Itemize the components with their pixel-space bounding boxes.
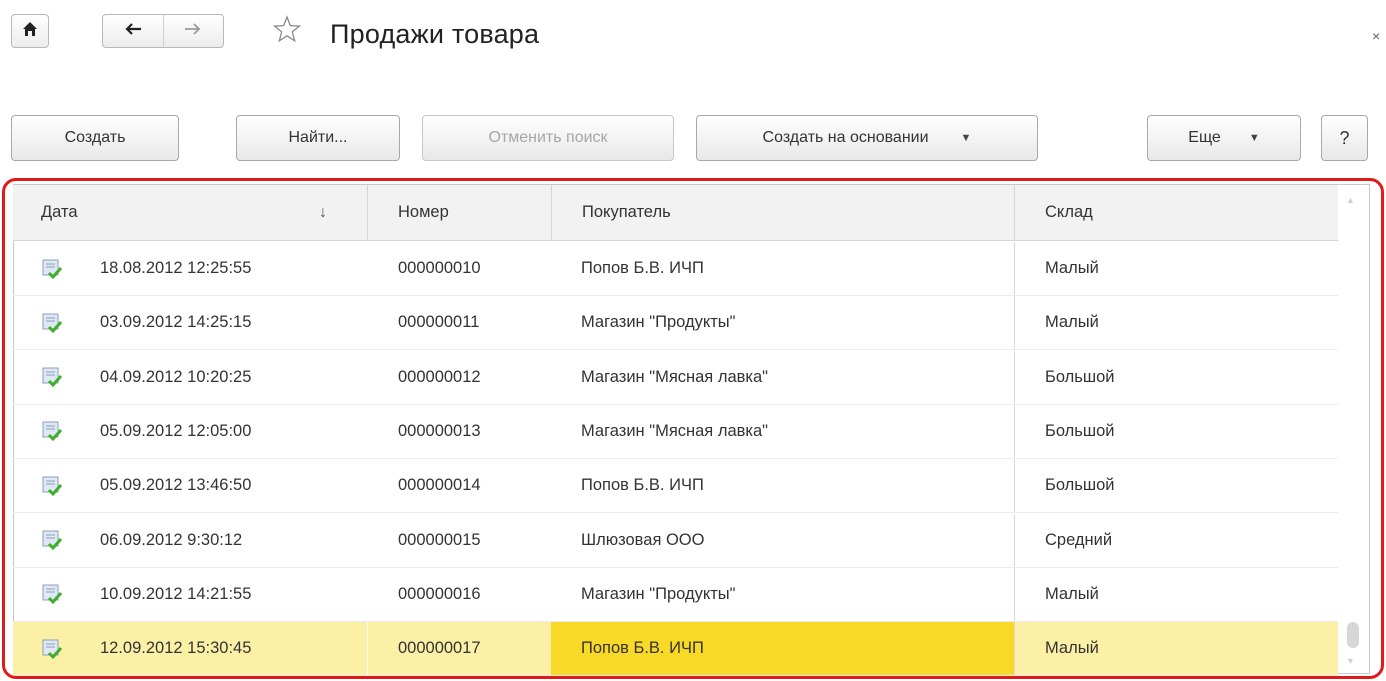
posted-document-icon (41, 638, 63, 660)
cell-buyer: Шлюзовая ООО (581, 530, 705, 549)
cell-date: 03.09.2012 14:25:15 (13, 296, 367, 349)
home-icon (22, 21, 38, 42)
cell-number: 000000012 (398, 367, 481, 386)
forward-button[interactable] (163, 15, 223, 47)
table-row[interactable]: 18.08.2012 12:25:55 000000010 Попов Б.В. И… (13, 242, 1338, 296)
cell-warehouse: Средний (1014, 513, 1338, 567)
table-row[interactable]: 05.09.2012 12:05:00 000000013 Магазин "Мяс… (13, 404, 1338, 459)
cancel-search-label: Отменить поиск (488, 129, 608, 146)
cell-number: 000000013 (398, 421, 481, 440)
home-button[interactable] (11, 14, 49, 48)
star-icon (272, 14, 302, 48)
more-button[interactable]: Еще ▼ (1147, 115, 1301, 161)
posted-document-icon (41, 312, 63, 334)
cell-buyer: Магазин "Продукты" (581, 313, 736, 332)
cell-warehouse: Большой (1014, 404, 1338, 458)
posted-document-icon (41, 420, 63, 442)
table-row[interactable]: 05.09.2012 13:46:50 000000014 Попов Б.В. И… (13, 459, 1338, 514)
cell-warehouse: Малый (1014, 296, 1338, 350)
arrow-right-icon (183, 22, 203, 41)
cell-number: 000000016 (398, 584, 481, 603)
find-button[interactable]: Найти... (236, 115, 400, 161)
cell-warehouse: Большой (1014, 459, 1338, 513)
create-button[interactable]: Создать (11, 115, 179, 161)
cell-buyer: Попов Б.В. ИЧП (581, 259, 704, 277)
column-header-date[interactable]: Дата ↓ (13, 185, 367, 240)
cell-number: 000000015 (398, 530, 481, 549)
cell-number: 000000010 (398, 259, 481, 277)
posted-document-icon (41, 475, 63, 497)
sort-descending-icon: ↓ (319, 203, 327, 221)
cell-buyer: Магазин "Продукты" (581, 584, 736, 603)
scroll-up-icon[interactable]: ▲ (1346, 195, 1355, 205)
create-based-on-button[interactable]: Создать на основании ▼ (696, 115, 1038, 161)
cell-date: 10.09.2012 14:21:55 (13, 568, 367, 621)
cell-warehouse: Малый (1014, 242, 1338, 295)
cancel-search-button[interactable]: Отменить поиск (422, 115, 674, 161)
scrollbar-thumb[interactable] (1347, 622, 1359, 648)
close-icon[interactable]: × (1372, 28, 1380, 44)
posted-document-icon (41, 583, 63, 605)
cell-buyer: Магазин "Мясная лавка" (581, 367, 769, 386)
cell-buyer: Магазин "Мясная лавка" (581, 421, 769, 440)
table-header: Дата ↓ Номер Покупатель Склад (13, 185, 1338, 241)
cell-date: 18.08.2012 12:25:55 (13, 242, 367, 295)
column-header-buyer[interactable]: Покупатель (551, 185, 1014, 240)
table-row[interactable]: 10.09.2012 14:21:55 000000016 Магазин "Про… (13, 567, 1338, 622)
cell-number: 000000011 (398, 313, 480, 332)
cell-warehouse: Большой (1014, 350, 1338, 404)
create-based-on-label: Создать на основании (762, 129, 929, 146)
cell-date: 05.09.2012 12:05:00 (13, 405, 367, 458)
find-button-label: Найти... (288, 129, 348, 146)
cell-buyer: Попов Б.В. ИЧП (551, 622, 1014, 676)
back-button[interactable] (103, 15, 163, 47)
column-header-warehouse[interactable]: Склад (1014, 185, 1338, 240)
cell-date: 12.09.2012 15:30:45 (13, 622, 367, 675)
cell-date: 06.09.2012 9:30:12 (13, 514, 367, 567)
cell-buyer: Попов Б.В. ИЧП (581, 476, 704, 495)
caret-down-icon: ▼ (1248, 132, 1260, 144)
table-row[interactable]: 04.09.2012 10:20:25 000000012 Магазин "Мяс… (13, 350, 1338, 405)
more-button-label: Еще (1188, 129, 1221, 146)
create-button-label: Создать (64, 129, 126, 146)
help-button-label: ? (1339, 127, 1350, 148)
history-navigation (102, 14, 224, 48)
table-row[interactable]: 03.09.2012 14:25:15 000000011 Магазин "Про… (13, 296, 1338, 351)
posted-document-icon (41, 366, 63, 388)
page-title: Продажи товара (330, 19, 540, 49)
cell-date: 04.09.2012 10:20:25 (13, 351, 367, 404)
table-row[interactable]: 12.09.2012 15:30:45 000000017 Попов Б.В. И… (13, 622, 1338, 677)
vertical-scrollbar[interactable] (1339, 186, 1369, 673)
posted-document-icon (41, 258, 63, 280)
posted-document-icon (41, 529, 63, 551)
cell-number: 000000014 (398, 476, 481, 495)
cell-warehouse: Малый (1014, 622, 1338, 676)
cell-number: 000000017 (367, 622, 551, 676)
arrow-left-icon (123, 22, 143, 41)
table-row[interactable]: 06.09.2012 9:30:12 000000015 Шлюзовая ООО С… (13, 513, 1338, 568)
favorite-button[interactable] (272, 14, 302, 48)
caret-down-icon: ▼ (960, 132, 972, 144)
help-button[interactable]: ? (1321, 115, 1368, 161)
cell-warehouse: Малый (1014, 567, 1338, 621)
scroll-down-icon[interactable]: ▼ (1346, 656, 1355, 666)
cell-date: 05.09.2012 13:46:50 (13, 459, 367, 512)
column-header-number[interactable]: Номер (367, 185, 551, 240)
